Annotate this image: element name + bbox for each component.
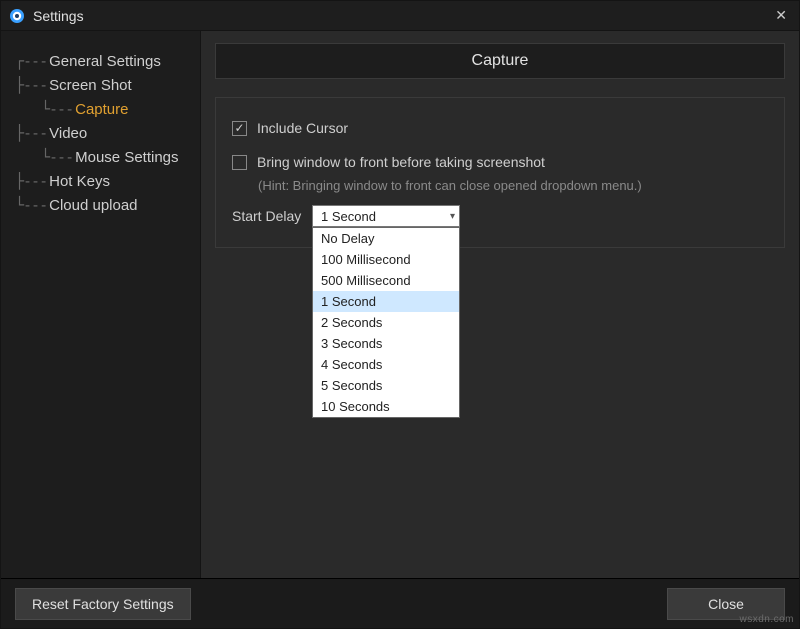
delay-option[interactable]: 10 Seconds <box>313 396 459 417</box>
titlebar: Settings ✕ <box>1 1 799 31</box>
start-delay-options: No Delay 100 Millisecond 500 Millisecond… <box>312 227 460 418</box>
settings-window: Settings ✕ ┌--- General Settings ├--- Sc… <box>0 0 800 629</box>
panel-body: Include Cursor Bring window to front bef… <box>215 97 785 248</box>
bring-front-label: Bring window to front before taking scre… <box>257 154 545 170</box>
tree-branch-icon: ├--- <box>15 172 47 190</box>
sidebar-item-mouse-settings[interactable]: └--- Mouse Settings <box>1 145 200 169</box>
sidebar-item-label: Hot Keys <box>49 173 110 190</box>
panel-title: Capture <box>215 43 785 79</box>
sidebar-item-label: Cloud upload <box>49 197 137 214</box>
sidebar-item-video[interactable]: ├--- Video <box>1 121 200 145</box>
sidebar-item-label: Video <box>49 125 87 142</box>
sidebar-item-label: Mouse Settings <box>75 149 178 166</box>
window-body: ┌--- General Settings ├--- Screen Shot └… <box>1 31 799 578</box>
close-button[interactable]: Close <box>667 588 785 620</box>
sidebar-item-general-settings[interactable]: ┌--- General Settings <box>1 49 200 73</box>
bring-front-checkbox[interactable] <box>232 155 247 170</box>
sidebar-item-label: Screen Shot <box>49 77 132 94</box>
sidebar-item-label: Capture <box>75 101 128 118</box>
sidebar-item-cloud-upload[interactable]: └--- Cloud upload <box>1 193 200 217</box>
bring-front-hint: (Hint: Bringing window to front can clos… <box>258 178 768 193</box>
tree-branch-icon: ├--- <box>15 76 47 94</box>
delay-option[interactable]: No Delay <box>313 228 459 249</box>
delay-option[interactable]: 4 Seconds <box>313 354 459 375</box>
bring-front-row: Bring window to front before taking scre… <box>232 154 768 170</box>
delay-option[interactable]: 500 Millisecond <box>313 270 459 291</box>
sidebar-item-label: General Settings <box>49 53 161 70</box>
tree-branch-icon: ├--- <box>15 124 47 142</box>
footer: Reset Factory Settings Close <box>1 578 799 628</box>
delay-option[interactable]: 2 Seconds <box>313 312 459 333</box>
window-title: Settings <box>33 8 771 24</box>
chevron-down-icon: ▾ <box>450 211 455 222</box>
tree-branch-icon: └--- <box>15 196 47 214</box>
reset-factory-button[interactable]: Reset Factory Settings <box>15 588 191 620</box>
delay-option[interactable]: 100 Millisecond <box>313 249 459 270</box>
start-delay-row: Start Delay 1 Second ▾ No Delay 100 Mill… <box>232 205 768 227</box>
tree-branch-icon: ┌--- <box>15 52 47 70</box>
delay-option[interactable]: 5 Seconds <box>313 375 459 396</box>
delay-option[interactable]: 3 Seconds <box>313 333 459 354</box>
tree-branch-icon: └--- <box>41 100 73 118</box>
start-delay-label: Start Delay <box>232 208 312 224</box>
start-delay-value: 1 Second <box>321 209 376 224</box>
delay-option[interactable]: 1 Second <box>313 291 459 312</box>
app-icon <box>9 8 25 24</box>
tree-branch-icon: └--- <box>41 148 73 166</box>
sidebar-item-capture[interactable]: └--- Capture <box>1 97 200 121</box>
sidebar: ┌--- General Settings ├--- Screen Shot └… <box>1 31 201 578</box>
include-cursor-checkbox[interactable] <box>232 121 247 136</box>
start-delay-combo[interactable]: 1 Second ▾ No Delay 100 Millisecond 500 … <box>312 205 460 227</box>
close-icon[interactable]: ✕ <box>771 7 791 24</box>
sidebar-item-hot-keys[interactable]: ├--- Hot Keys <box>1 169 200 193</box>
sidebar-item-screen-shot[interactable]: ├--- Screen Shot <box>1 73 200 97</box>
include-cursor-row: Include Cursor <box>232 120 768 136</box>
content-panel: Capture Include Cursor Bring window to f… <box>201 31 799 578</box>
include-cursor-label: Include Cursor <box>257 120 348 136</box>
start-delay-combo-head[interactable]: 1 Second ▾ <box>312 205 460 227</box>
